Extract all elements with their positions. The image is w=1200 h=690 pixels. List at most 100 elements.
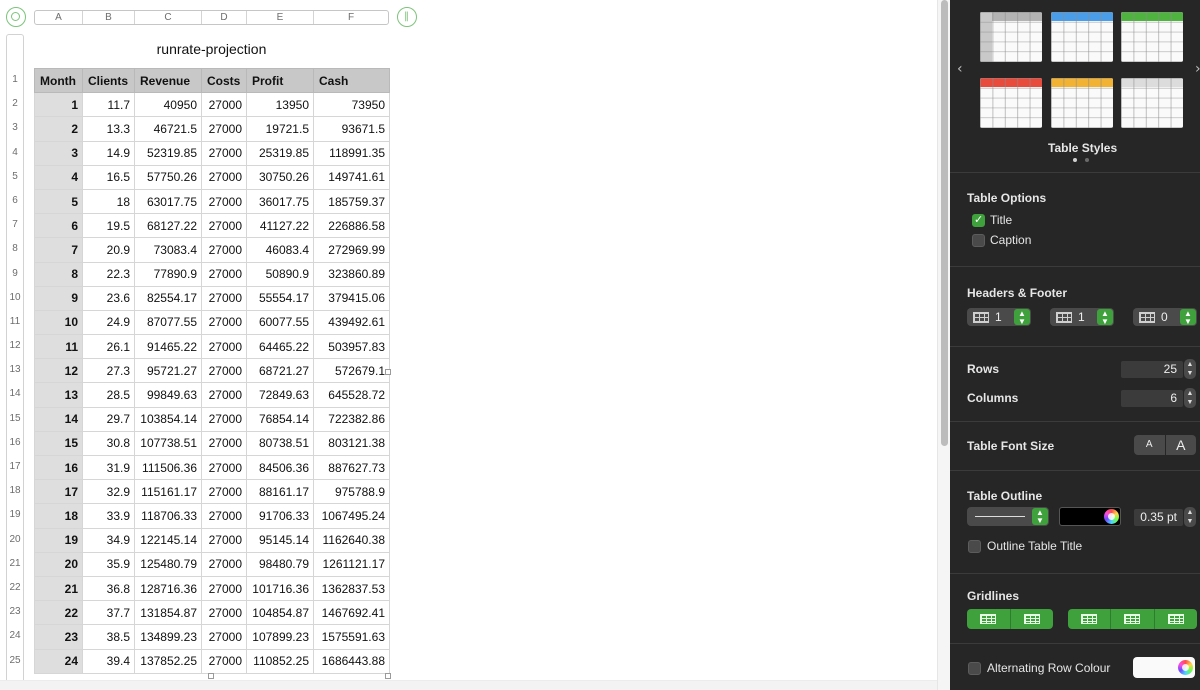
cell-revenue[interactable]: 128716.36 [134,575,202,602]
cell-month[interactable]: 5 [34,188,83,215]
cell-revenue[interactable]: 118706.33 [134,503,202,529]
cell-costs[interactable]: 27000 [201,213,247,239]
row-header[interactable]: 17 [6,455,24,479]
select-table-handle[interactable] [6,7,26,27]
gridlines-vertical-button[interactable] [1011,609,1054,629]
column-header-a[interactable]: A [35,11,83,24]
cell-revenue[interactable]: 125480.79 [134,551,202,577]
cell-clients[interactable]: 13.3 [82,116,135,142]
header-cell-month[interactable]: Month [34,67,83,94]
cell-cash[interactable]: 185759.37 [313,188,390,215]
cell-profit[interactable]: 60077.55 [246,309,314,336]
cell-month[interactable]: 7 [34,237,83,263]
table-resize-handle-bottom[interactable] [208,673,214,679]
cell-clients[interactable]: 26.1 [82,334,135,360]
color-wheel-icon[interactable] [1104,509,1119,524]
cell-revenue[interactable]: 99849.63 [134,382,202,408]
cell-cash[interactable]: 73950 [313,92,390,118]
cell-costs[interactable]: 27000 [201,382,247,408]
cell-cash[interactable]: 1162640.38 [313,527,390,553]
cell-month[interactable]: 17 [34,479,83,505]
cell-month[interactable]: 20 [34,551,83,577]
table-title[interactable]: runrate-projection [34,41,389,57]
row-header[interactable]: 15 [6,407,24,431]
cell-profit[interactable]: 95145.14 [246,527,314,553]
cell-clients[interactable]: 28.5 [82,382,135,408]
cell-month[interactable]: 24 [34,648,83,674]
table-style-gray[interactable] [980,12,1042,62]
cell-clients[interactable]: 19.5 [82,213,135,239]
rows-field[interactable]: 25 [1121,361,1183,378]
cell-profit[interactable]: 41127.22 [246,213,314,239]
cell-clients[interactable]: 23.6 [82,285,135,311]
cell-cash[interactable]: 722382.86 [313,406,390,432]
cell-cash[interactable]: 1067495.24 [313,503,390,529]
cell-costs[interactable]: 27000 [201,116,247,142]
table-style-blue[interactable] [1051,12,1113,62]
cell-clients[interactable]: 34.9 [82,527,135,553]
cell-cash[interactable]: 1261121.17 [313,551,390,577]
cell-profit[interactable]: 64465.22 [246,334,314,360]
cell-revenue[interactable]: 57750.26 [134,164,202,190]
table-style-yellow[interactable] [1051,78,1113,128]
row-header[interactable]: 13 [6,358,24,382]
cell-profit[interactable]: 55554.17 [246,285,314,311]
cell-profit[interactable]: 91706.33 [246,503,314,529]
cell-profit[interactable]: 104854.87 [246,600,314,626]
cell-month[interactable]: 21 [34,575,83,602]
cell-cash[interactable]: 1467692.41 [313,600,390,626]
cell-month[interactable]: 12 [34,358,83,384]
header-cell-revenue[interactable]: Revenue [134,67,202,94]
cell-costs[interactable]: 27000 [201,334,247,360]
cell-cash[interactable]: 272969.99 [313,237,390,263]
row-header[interactable]: 4 [6,141,24,165]
cell-cash[interactable]: 645528.72 [313,382,390,408]
columns-field[interactable]: 6 [1121,390,1183,407]
cell-clients[interactable]: 31.9 [82,454,135,481]
cell-costs[interactable]: 27000 [201,358,247,384]
updown-icon[interactable]: ▲ ▼ [1097,309,1113,326]
spreadsheet-canvas[interactable]: A B C D E F ‖ 1 2 3 4 5 6 7 8 9 10 11 12… [0,0,937,690]
cell-cash[interactable]: 93671.5 [313,116,390,142]
cell-profit[interactable]: 80738.51 [246,430,314,457]
header-cell-cash[interactable]: Cash [313,67,390,94]
cell-clients[interactable]: 33.9 [82,503,135,529]
row-header[interactable]: 8 [6,237,24,261]
cell-revenue[interactable]: 107738.51 [134,430,202,457]
cell-costs[interactable]: 27000 [201,188,247,215]
cell-clients[interactable]: 32.9 [82,479,135,505]
outline-table-title-checkbox[interactable] [968,540,981,553]
cell-costs[interactable]: 27000 [201,406,247,432]
cell-cash[interactable]: 149741.61 [313,164,390,190]
cell-cash[interactable]: 1362837.53 [313,575,390,602]
cell-costs[interactable]: 27000 [201,600,247,626]
table-style-plain[interactable] [1121,78,1183,128]
cell-revenue[interactable]: 122145.14 [134,527,202,553]
outline-width-stepper[interactable]: ▲ ▼ [1184,507,1196,527]
row-header[interactable]: 11 [6,310,24,334]
cell-month[interactable]: 22 [34,600,83,626]
cell-month[interactable]: 16 [34,454,83,481]
cell-costs[interactable]: 27000 [201,92,247,118]
cell-profit[interactable]: 30750.26 [246,164,314,190]
cell-costs[interactable]: 27000 [201,430,247,457]
cell-cash[interactable]: 226886.58 [313,213,390,239]
color-wheel-icon[interactable] [1178,660,1193,675]
cell-revenue[interactable]: 95721.27 [134,358,202,384]
cell-month[interactable]: 14 [34,406,83,432]
vertical-scrollbar[interactable] [937,0,950,690]
cell-clients[interactable]: 11.7 [82,92,135,118]
chevron-left-icon[interactable]: ‹ [957,61,963,77]
gridlines-body-horizontal-button[interactable] [1068,609,1112,629]
header-columns-control[interactable]: 1 ▲ ▼ [1050,308,1114,326]
updown-icon[interactable]: ▲ ▼ [1014,309,1030,326]
row-header[interactable]: 5 [6,165,24,189]
row-header[interactable]: 19 [6,503,24,527]
header-cell-clients[interactable]: Clients [82,67,135,94]
add-column-handle[interactable]: ‖ [397,7,417,27]
row-header[interactable]: 24 [6,624,24,648]
cell-clients[interactable]: 37.7 [82,600,135,626]
row-header[interactable]: 18 [6,479,24,503]
rows-stepper[interactable]: ▲ ▼ [1184,359,1196,379]
title-checkbox[interactable]: ✓ [972,213,985,227]
